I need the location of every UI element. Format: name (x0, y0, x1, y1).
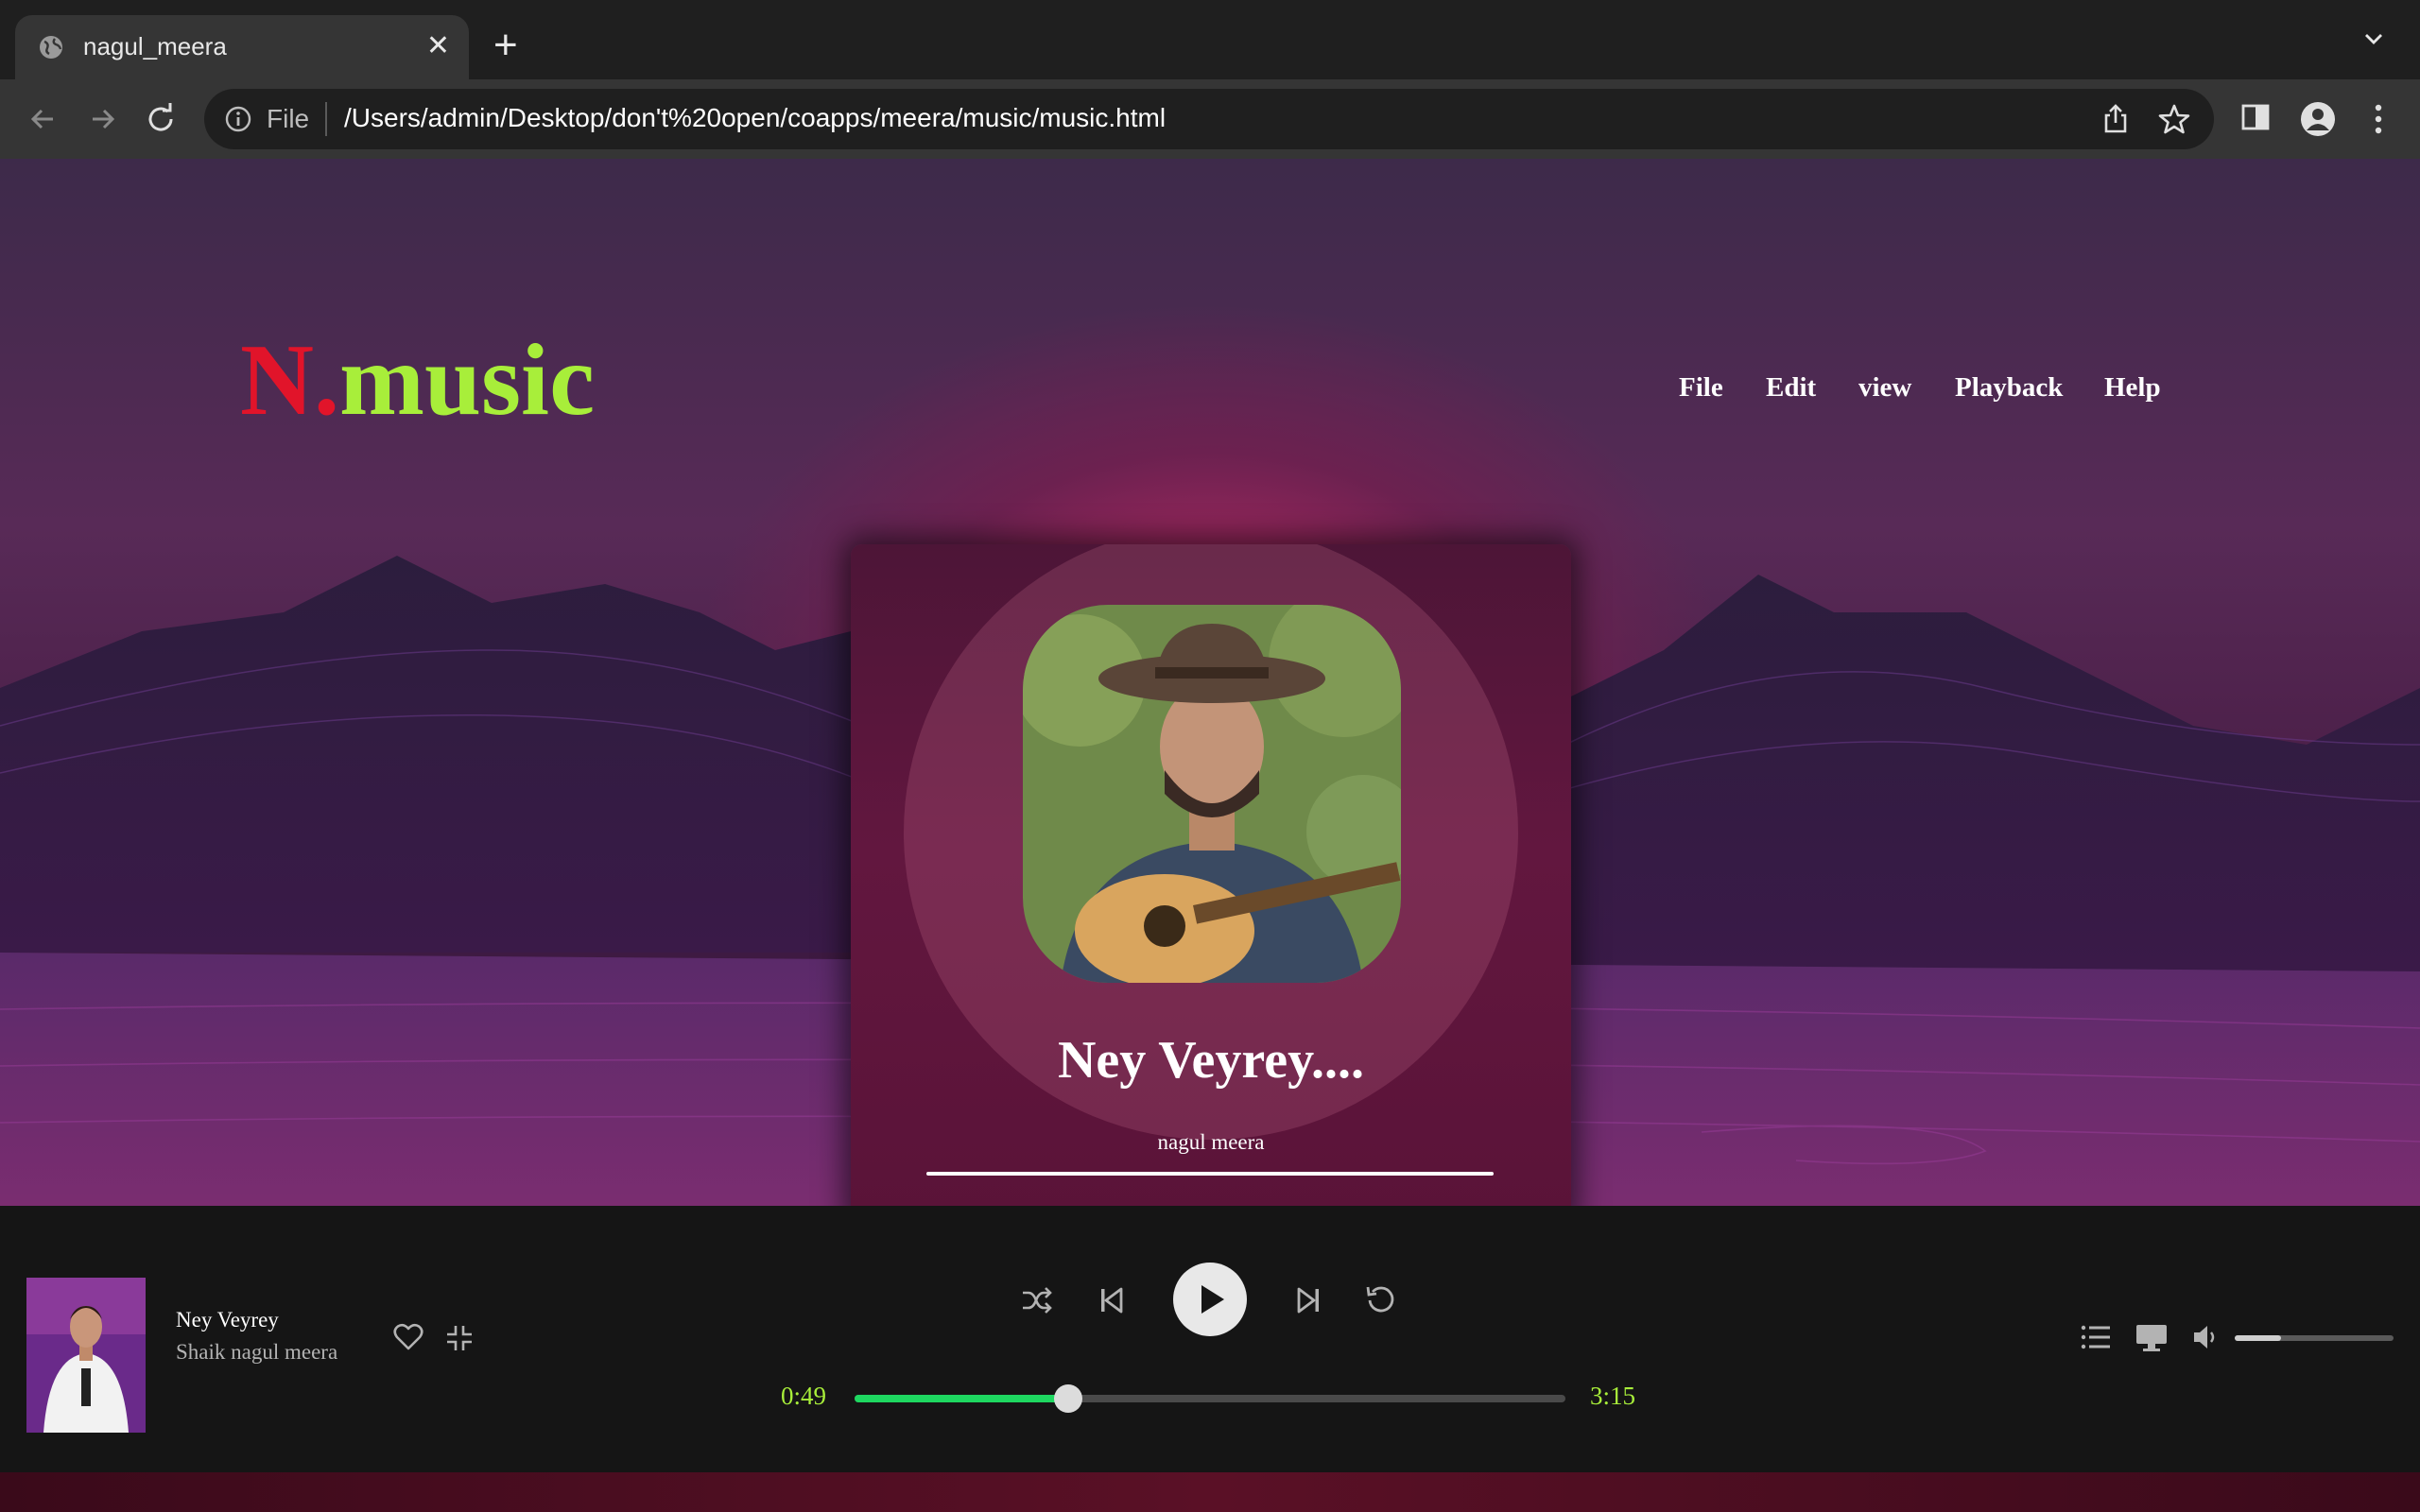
now-playing-artwork[interactable] (26, 1278, 146, 1433)
side-panel-icon[interactable] (2238, 100, 2273, 139)
previous-icon[interactable] (1098, 1285, 1125, 1320)
song-artist: nagul meera (1157, 1130, 1265, 1154)
browser-toolbar: File /Users/admin/Desktop/don't%20open/c… (0, 79, 2420, 159)
now-playing-artist[interactable]: Shaik nagul meera (176, 1340, 337, 1365)
repeat-icon[interactable] (1365, 1283, 1397, 1320)
chevron-down-icon[interactable] (2361, 26, 2386, 56)
card-divider (926, 1172, 1494, 1176)
profile-icon[interactable] (2299, 100, 2337, 143)
player-bar: Ney Veyrey Shaik nagul meera 0:49 3:15 (0, 1206, 2420, 1472)
plus-icon[interactable]: + (493, 25, 518, 66)
volume-slider[interactable] (2235, 1335, 2394, 1341)
current-time: 0:49 (781, 1382, 827, 1410)
reload-icon[interactable] (142, 100, 180, 143)
share-icon[interactable] (2099, 102, 2133, 141)
browser-tab[interactable]: nagul_meera ✕ (15, 15, 469, 79)
total-time: 3:15 (1590, 1382, 1636, 1410)
queue-icon[interactable] (2080, 1323, 2112, 1356)
play-button[interactable] (1173, 1263, 1247, 1336)
minimize-icon[interactable] (444, 1323, 475, 1358)
kebab-menu-icon[interactable] (2363, 100, 2394, 143)
address-bar[interactable]: File /Users/admin/Desktop/don't%20open/c… (204, 89, 2214, 149)
browser-tabstrip: nagul_meera ✕ + (0, 0, 2420, 79)
play-icon (1200, 1283, 1226, 1320)
progress-fill (855, 1395, 1068, 1402)
info-icon[interactable] (223, 104, 253, 139)
app-logo: N.music (240, 324, 595, 437)
tab-title: nagul_meera (83, 32, 227, 60)
device-icon[interactable] (2135, 1323, 2169, 1358)
url-scheme: File (267, 104, 310, 133)
volume-fill (2235, 1335, 2281, 1341)
globe-icon (38, 34, 64, 65)
volume-icon[interactable] (2191, 1323, 2220, 1356)
divider (325, 102, 327, 136)
progress-bar[interactable] (855, 1384, 1565, 1413)
close-icon[interactable]: ✕ (426, 30, 450, 62)
back-icon[interactable] (25, 100, 62, 143)
menu-edit[interactable]: Edit (1766, 372, 1816, 404)
now-playing-title[interactable]: Ney Veyrey (176, 1308, 279, 1332)
song-card: Ney Veyrey.... nagul meera (851, 544, 1571, 1206)
artist-photo (1023, 605, 1401, 983)
page-content: N.music File Edit view Playback Help Ney… (0, 159, 2420, 1206)
menu-help[interactable]: Help (2104, 372, 2161, 404)
heart-icon[interactable] (393, 1323, 424, 1356)
forward-icon[interactable] (83, 100, 121, 143)
song-title: Ney Veyrey.... (1057, 1031, 1365, 1090)
star-icon[interactable] (2157, 102, 2191, 141)
menu-file[interactable]: File (1679, 372, 1723, 404)
url-text[interactable]: /Users/admin/Desktop/don't%20open/coapps… (344, 103, 1166, 133)
shuffle-icon[interactable] (1021, 1285, 1053, 1320)
menu-playback[interactable]: Playback (1955, 372, 2063, 404)
menu-view[interactable]: view (1858, 372, 1911, 404)
next-icon[interactable] (1295, 1285, 1322, 1320)
page-bottom-strip (0, 1472, 2420, 1512)
progress-handle[interactable] (1053, 1384, 1082, 1413)
